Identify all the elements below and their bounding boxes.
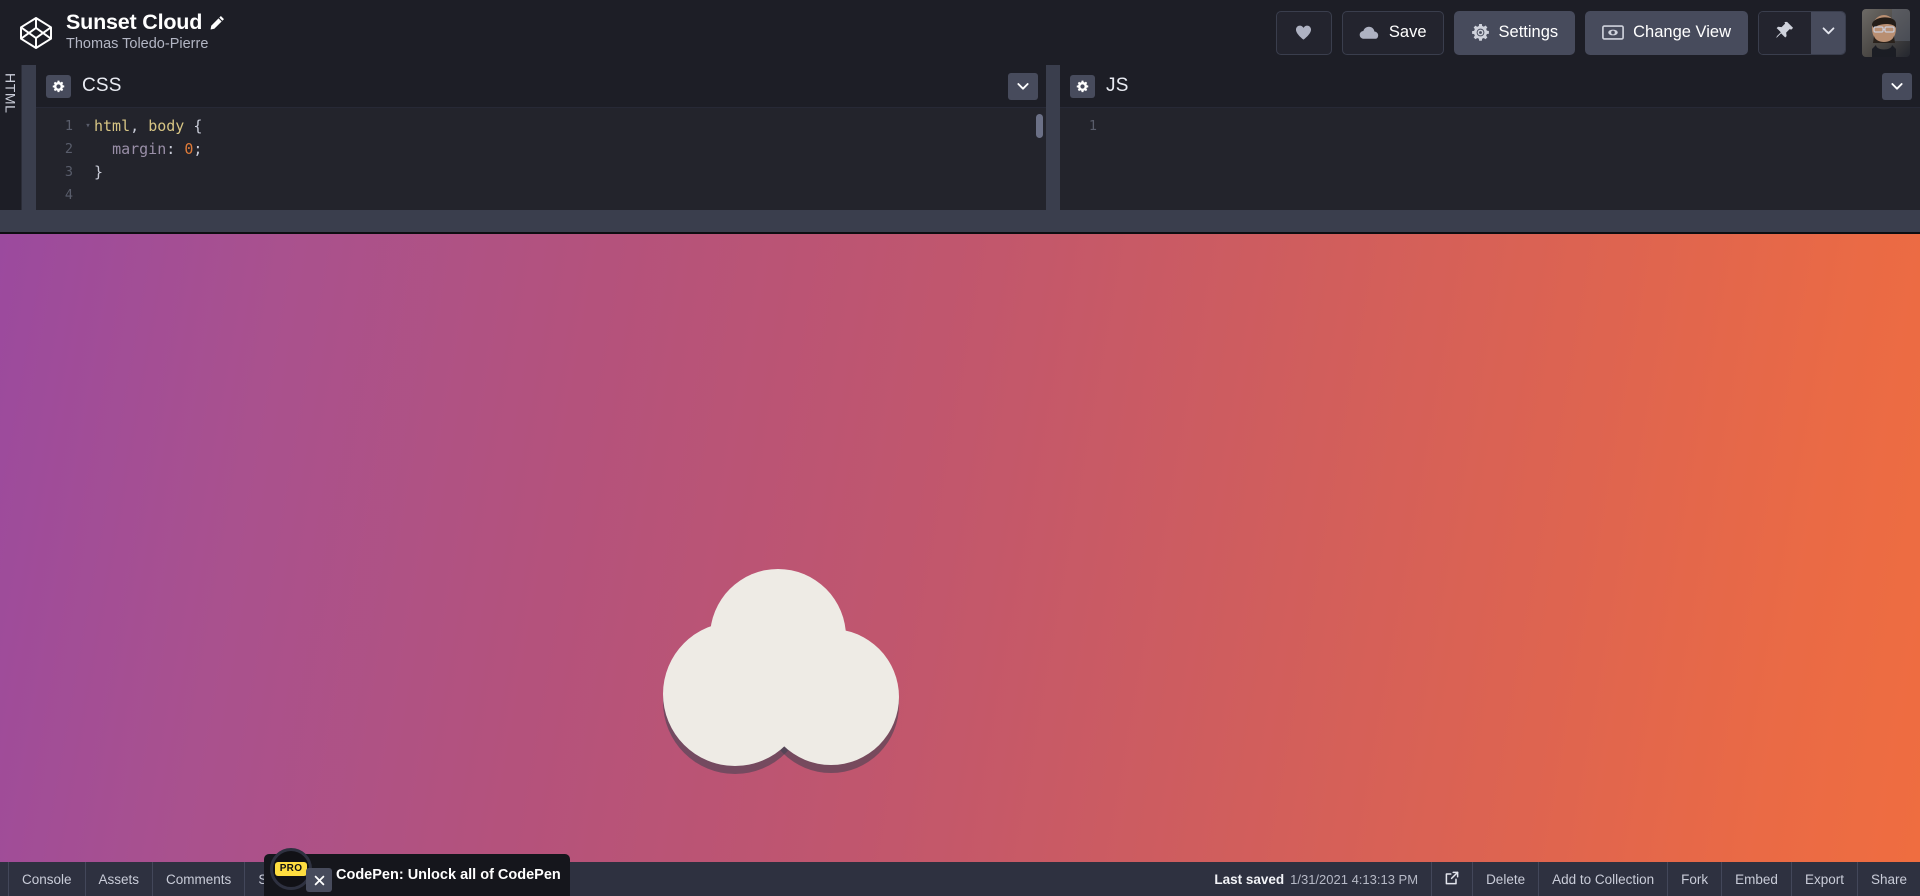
code-line-text: }	[94, 163, 104, 181]
pin-button[interactable]	[1759, 11, 1811, 54]
codepen-editor-app: Sunset Cloud Thomas Toledo-Pierre Save S…	[0, 0, 1920, 896]
preview-iframe[interactable]	[0, 232, 1920, 862]
open-external-button[interactable]	[1431, 862, 1474, 896]
footer-item-share-label: Share	[1870, 871, 1907, 887]
avatar[interactable]	[1862, 8, 1910, 57]
css-scrollbar-thumb[interactable]	[1036, 114, 1043, 138]
pin-button-group	[1758, 10, 1846, 55]
footer-item-embed[interactable]: Embed	[1722, 862, 1792, 896]
last-saved-status: Last saved 1/31/2021 4:13:13 PM	[1201, 862, 1431, 896]
promo-banner-text: CodePen: Unlock all of CodePen	[336, 867, 561, 883]
footer-item-fork[interactable]: Fork	[1668, 862, 1723, 896]
pin-dropdown-button[interactable]	[1811, 11, 1845, 54]
footer-item-fork-label: Fork	[1681, 871, 1709, 887]
code-line-text: margin: 0;	[112, 140, 203, 158]
line-number: 1	[1088, 118, 1097, 134]
pro-badge-label: PRO	[274, 862, 308, 876]
footer-item-embed-label: Embed	[1735, 871, 1778, 887]
rendered-cloud-graphic	[623, 551, 943, 791]
pen-meta: Sunset Cloud Thomas Toledo-Pierre	[64, 9, 225, 55]
footer-item-console[interactable]: Console	[8, 862, 86, 896]
editor-preview-resizer[interactable]	[0, 210, 1920, 232]
settings-button[interactable]: Settings	[1453, 10, 1576, 55]
footer-item-export[interactable]: Export	[1792, 862, 1858, 896]
last-saved-time: 1/31/2021 4:13:13 PM	[1290, 871, 1419, 887]
footer-item-add-to-collection[interactable]: Add to Collection	[1539, 862, 1669, 896]
js-code-editor[interactable]: 1	[1060, 108, 1920, 210]
save-button-label: Save	[1388, 23, 1427, 41]
pane-resizer-html-css[interactable]	[22, 65, 36, 210]
footer-item-comments-label: Comments	[166, 871, 232, 887]
footer-item-add-to-collection-label: Add to Collection	[1552, 871, 1655, 887]
save-button[interactable]: Save	[1341, 10, 1444, 55]
line-number: 2	[64, 141, 73, 157]
editor-pane-css-label: CSS	[82, 75, 122, 96]
external-link-icon	[1444, 870, 1460, 889]
footer-item-delete-label: Delete	[1486, 871, 1526, 887]
cloud-icon	[1359, 25, 1380, 41]
pen-title-row: Sunset Cloud	[66, 9, 225, 34]
settings-button-label: Settings	[1498, 23, 1559, 41]
code-line: 4	[36, 184, 1046, 207]
footer-item-assets[interactable]: Assets	[86, 862, 154, 896]
change-view-button[interactable]: Change View	[1585, 10, 1748, 55]
gear-icon	[1471, 23, 1490, 42]
line-number: 1	[64, 118, 73, 134]
editor-region: HTML CSS 1 ▾ html, body {2 margin: 0; 3 …	[0, 65, 1920, 210]
pencil-icon[interactable]	[210, 15, 225, 30]
css-collapse-button[interactable]	[1008, 72, 1038, 100]
footer-item-console-label: Console	[22, 871, 72, 887]
js-collapse-button[interactable]	[1882, 72, 1912, 100]
promo-close-button[interactable]	[306, 868, 332, 892]
footer-item-assets-label: Assets	[98, 871, 140, 887]
heart-icon	[1294, 23, 1313, 42]
codepen-logo-link[interactable]	[8, 15, 64, 51]
pen-author[interactable]: Thomas Toledo-Pierre	[66, 34, 225, 54]
footer-item-delete[interactable]: Delete	[1473, 862, 1540, 896]
collapsed-pane-html-label: HTML	[2, 73, 19, 114]
pane-resizer-css-js[interactable]	[1046, 65, 1060, 210]
change-view-button-label: Change View	[1633, 23, 1731, 41]
line-number: 4	[64, 187, 73, 203]
line-number: 3	[64, 164, 73, 180]
code-fold-toggle[interactable]: ▾	[82, 115, 94, 138]
app-header: Sunset Cloud Thomas Toledo-Pierre Save S…	[0, 0, 1920, 65]
pushpin-icon	[1775, 20, 1795, 45]
editor-pane-js: JS 1	[1060, 65, 1920, 210]
code-line: 2 margin: 0;	[36, 138, 1046, 161]
css-code-editor[interactable]: 1 ▾ html, body {2 margin: 0; 3} 4	[36, 108, 1046, 210]
footer-item-share[interactable]: Share	[1858, 862, 1920, 896]
page-title: Sunset Cloud	[66, 9, 203, 34]
footer-item-export-label: Export	[1804, 871, 1844, 887]
code-line: 1 ▾ html, body {	[36, 115, 1046, 138]
code-line: 3}	[36, 161, 1046, 184]
footer-item-comments[interactable]: Comments	[153, 862, 246, 896]
code-line: 1	[1060, 115, 1920, 138]
last-saved-label: Last saved	[1214, 871, 1285, 887]
css-settings-button[interactable]	[46, 74, 71, 98]
js-settings-button[interactable]	[1070, 74, 1095, 98]
editor-pane-css: CSS 1 ▾ html, body {2 margin: 0; 3} 4	[36, 65, 1046, 210]
editor-pane-css-header: CSS	[36, 65, 1046, 108]
screen-icon	[1602, 24, 1625, 41]
code-line-text: html, body {	[94, 117, 203, 135]
editor-pane-js-header: JS	[1060, 65, 1920, 108]
chevron-down-icon	[1820, 22, 1837, 44]
collapsed-pane-html[interactable]: HTML	[0, 65, 22, 210]
love-button[interactable]	[1275, 10, 1332, 55]
editor-pane-js-label: JS	[1106, 75, 1129, 96]
header-actions: Save Settings Change View	[1275, 8, 1910, 57]
codepen-logo-icon	[18, 15, 54, 51]
